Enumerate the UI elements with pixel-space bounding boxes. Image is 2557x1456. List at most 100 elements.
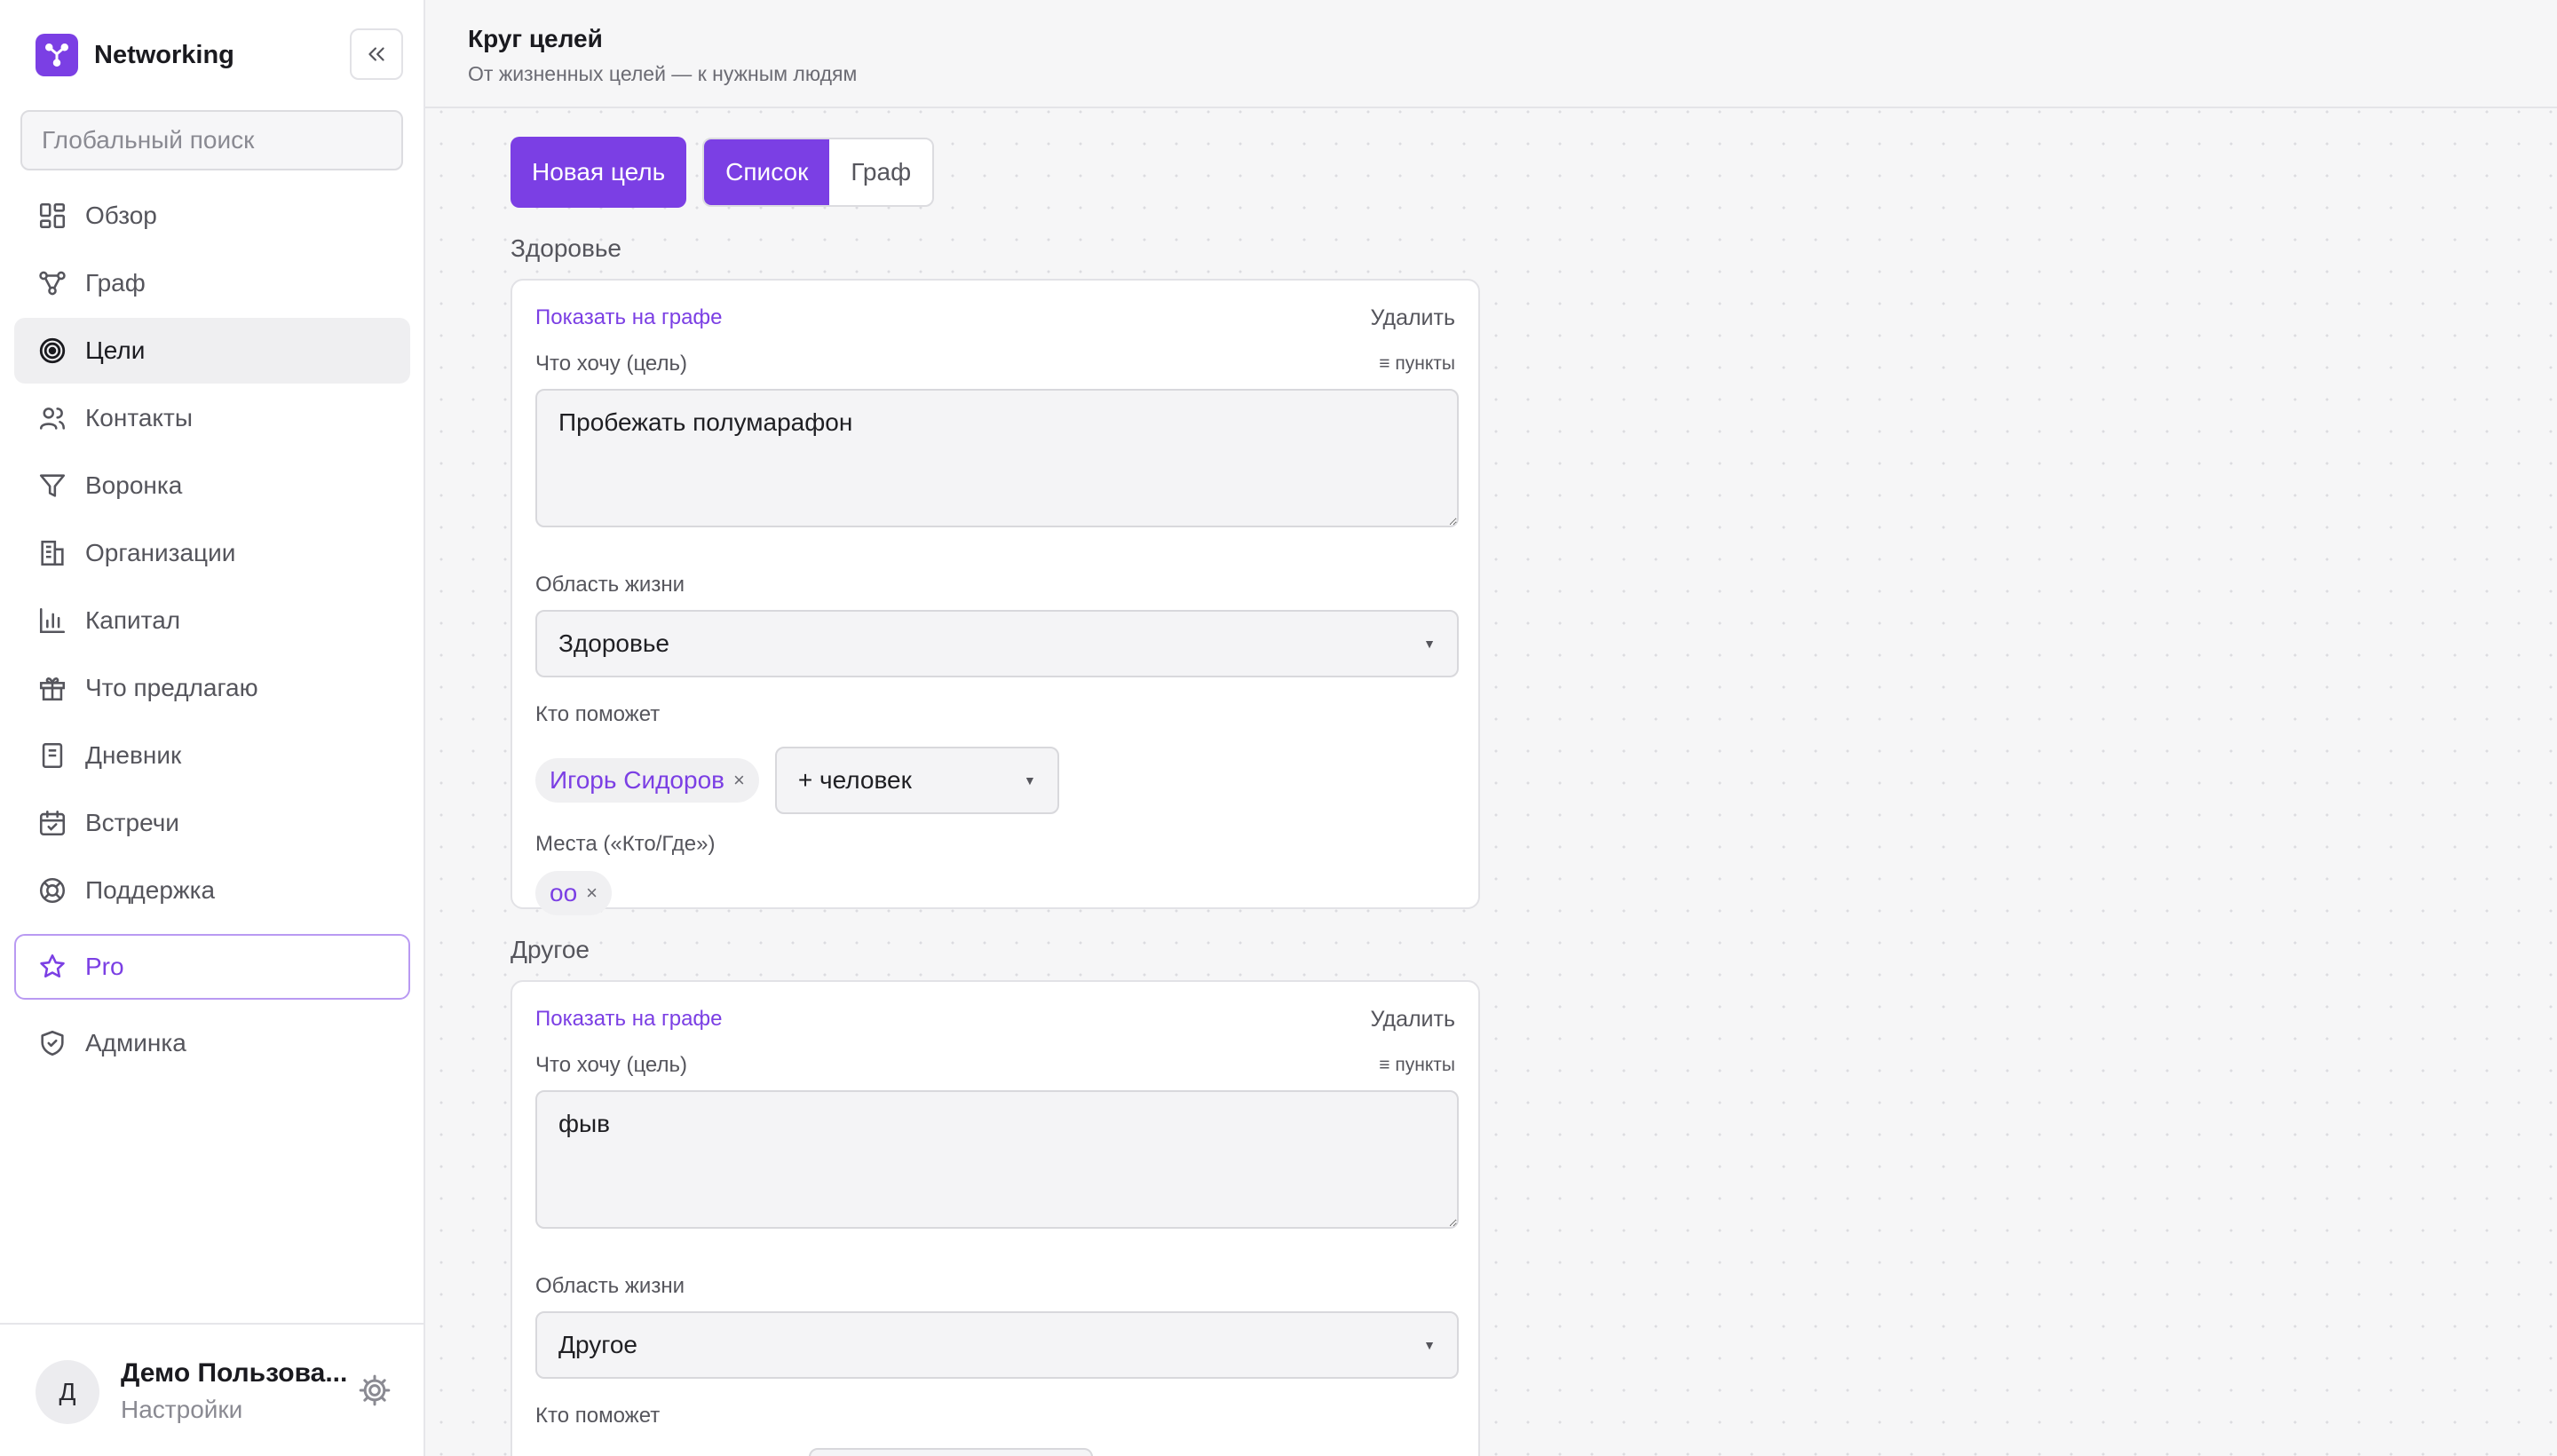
gear-icon[interactable] (357, 1373, 392, 1408)
sidebar-nav: Обзор Граф Цели Контакты Воронка Организ… (14, 183, 410, 1078)
notebook-icon (42, 742, 63, 769)
places-row: оо × (535, 871, 1455, 915)
goal-card: Показать на графе Удалить Что хочу (цель… (511, 980, 1480, 1456)
users-icon (39, 408, 66, 430)
sidebar-item-label: Капитал (85, 606, 181, 634)
chevron-down-icon: ▼ (1423, 1338, 1436, 1352)
sidebar-item-label: Встречи (85, 809, 179, 836)
page-subtitle: От жизненных целей — к нужным людям (468, 62, 858, 85)
sidebar-item-label: Поддержка (85, 876, 216, 904)
sidebar-item-pro[interactable]: Pro (14, 934, 410, 1000)
sidebar-item-label: Обзор (85, 202, 157, 229)
sidebar-item-label: Что предлагаю (85, 674, 258, 701)
chevron-down-icon: ▼ (1024, 773, 1036, 787)
goal-label: Что хочу (цель) (535, 1053, 687, 1077)
brand-logo-icon (36, 34, 78, 76)
goals-toolbar: Новая цель Список Граф (511, 137, 1480, 208)
helpers-label: Кто поможет (535, 1404, 661, 1428)
delete-goal-button[interactable]: Удалить (1371, 1007, 1455, 1033)
graph-icon (39, 271, 66, 296)
sidebar: Networking Обзор Граф Цели Контак (0, 0, 425, 1456)
add-person-select[interactable] (809, 1448, 1093, 1456)
sidebar-item-organizations[interactable]: Организации (14, 520, 410, 586)
life-area-label: Область жизни (535, 1274, 685, 1298)
show-on-graph-link[interactable]: Показать на графе (535, 1007, 723, 1032)
goal-textarea[interactable]: фыв (535, 1090, 1459, 1229)
sidebar-item-support[interactable]: Поддержка (14, 858, 410, 923)
sidebar-item-meetings[interactable]: Встречи (14, 790, 410, 856)
user-panel: Д Демо Пользова... Настройки (0, 1323, 424, 1456)
avatar[interactable]: Д (36, 1360, 99, 1424)
lifebuoy-icon (39, 877, 66, 904)
page-header: Круг целей От жизненных целей — к нужным… (425, 0, 2557, 108)
goal-card: Показать на графе Удалить Что хочу (цель… (511, 279, 1480, 915)
sidebar-item-offers[interactable]: Что предлагаю (14, 655, 410, 721)
view-switcher: Список Граф (702, 138, 935, 207)
sidebar-item-label: Дневник (85, 741, 182, 769)
sidebar-item-label: Воронка (85, 471, 183, 499)
view-graph-tab[interactable]: Граф (829, 139, 932, 205)
sidebar-item-label: Контакты (85, 404, 193, 431)
gift-icon (39, 677, 66, 701)
group-title: Другое (511, 936, 590, 963)
helper-chip-label: Игорь Сидоров (550, 766, 725, 794)
sidebar-item-label: Организации (85, 539, 236, 566)
goal-textarea[interactable]: Пробежать полумарафон (535, 389, 1459, 527)
user-name[interactable]: Демо Пользова... (121, 1358, 352, 1389)
target-icon (39, 337, 66, 364)
sidebar-item-label: Граф (85, 269, 146, 297)
star-icon (40, 954, 65, 978)
settings-link[interactable]: Настройки (121, 1396, 242, 1424)
sidebar-item-admin[interactable]: Админка (14, 1010, 410, 1076)
group-title: Здоровье (511, 234, 622, 262)
close-icon[interactable]: × (733, 769, 745, 792)
points-toggle[interactable]: ≡ пункты (1379, 353, 1455, 375)
sidebar-item-label: Pro (85, 953, 124, 980)
life-area-label: Область жизни (535, 573, 685, 597)
building-icon (41, 540, 64, 566)
sidebar-item-diary[interactable]: Дневник (14, 723, 410, 788)
calendar-icon (39, 810, 66, 836)
sidebar-item-graph[interactable]: Граф (14, 250, 410, 316)
place-chip-label: оо (550, 879, 578, 906)
goal-label: Что хочу (цель) (535, 352, 687, 376)
view-list-tab[interactable]: Список (704, 139, 830, 205)
life-area-select[interactable]: Другое ▼ (535, 1311, 1459, 1379)
main-area: Круг целей От жизненных целей — к нужным… (425, 0, 2557, 1456)
place-chip[interactable]: оо × (535, 871, 613, 915)
chevron-down-icon: ▼ (1423, 637, 1436, 651)
chevrons-left-icon (368, 47, 384, 61)
life-area-value: Другое (558, 1331, 637, 1358)
sidebar-item-overview[interactable]: Обзор (14, 183, 410, 249)
brand-name: Networking (94, 40, 234, 69)
close-icon[interactable]: × (586, 882, 598, 905)
sidebar-item-contacts[interactable]: Контакты (14, 385, 410, 451)
goals-content: Новая цель Список Граф Здоровье Показать… (511, 137, 1480, 1456)
brand[interactable]: Networking (36, 34, 234, 76)
sidebar-item-label: Цели (85, 336, 146, 364)
bar-chart-icon (39, 607, 66, 634)
helper-chip[interactable]: Игорь Сидоров × (535, 758, 759, 803)
points-toggle[interactable]: ≡ пункты (1379, 1055, 1455, 1076)
places-label: Места («Кто/Где») (535, 832, 716, 856)
add-person-select[interactable]: + человек ▼ (774, 747, 1059, 814)
sidebar-item-goals[interactable]: Цели (14, 318, 410, 384)
sidebar-item-capital[interactable]: Капитал (14, 588, 410, 653)
sidebar-item-funnel[interactable]: Воронка (14, 453, 410, 518)
new-goal-button[interactable]: Новая цель (511, 137, 687, 208)
shield-icon (41, 1030, 64, 1056)
funnel-icon (39, 474, 66, 497)
delete-goal-button[interactable]: Удалить (1371, 305, 1455, 331)
life-area-value: Здоровье (558, 629, 670, 657)
collapse-sidebar-button[interactable] (350, 28, 403, 80)
life-area-select[interactable]: Здоровье ▼ (535, 610, 1459, 677)
show-on-graph-link[interactable]: Показать на графе (535, 305, 723, 330)
app-root: Networking Обзор Граф Цели Контак (0, 0, 2557, 1456)
helpers-row: Игорь Сидоров × + человек ▼ (535, 747, 1455, 814)
global-search-input[interactable] (20, 110, 403, 170)
helpers-row (535, 1448, 1455, 1456)
dashboard-icon (39, 202, 66, 229)
add-person-label: + человек (797, 766, 912, 794)
sidebar-item-label: Админка (85, 1029, 186, 1056)
page-title: Круг целей (468, 25, 603, 52)
